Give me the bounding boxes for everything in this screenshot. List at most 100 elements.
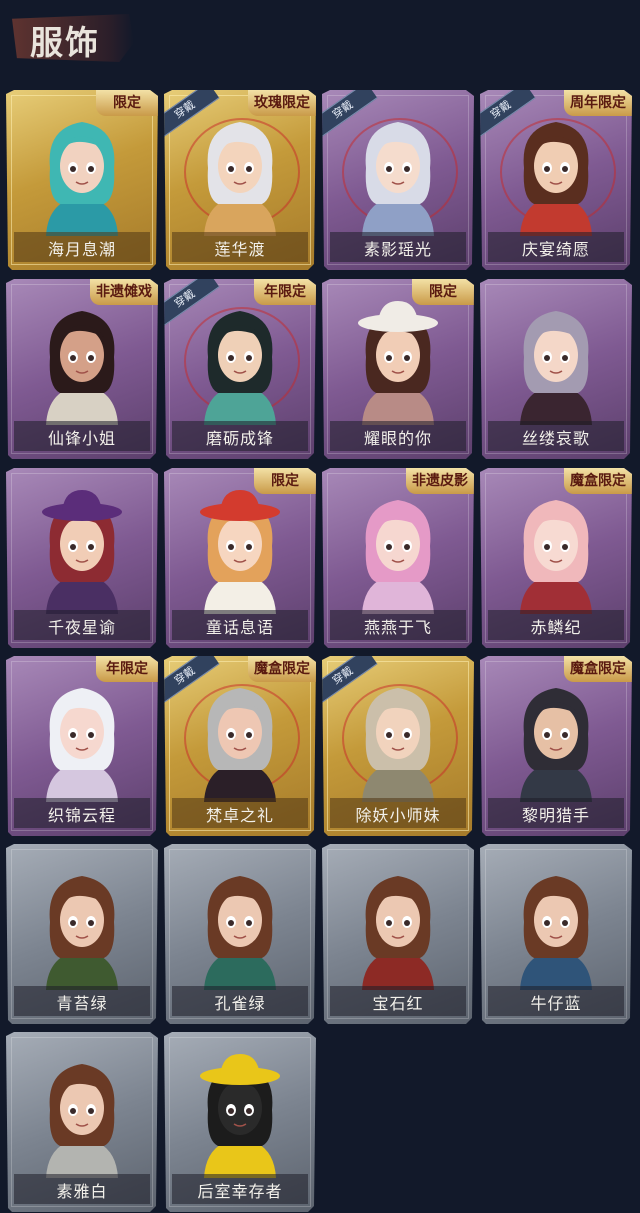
face-shape xyxy=(534,517,578,571)
right-pupil xyxy=(246,732,252,738)
costume-card[interactable]: 限定 童话息语 xyxy=(164,468,316,648)
limited-badge: 周年限定 xyxy=(564,90,632,116)
left-pupil xyxy=(228,166,234,172)
face-shape xyxy=(376,893,420,947)
character-portrait xyxy=(42,490,122,614)
costume-name: 黎明猎手 xyxy=(521,806,590,825)
limited-badge: 年限定 xyxy=(96,656,158,682)
face-shape xyxy=(534,139,578,193)
costume-name: 梵卓之礼 xyxy=(205,806,274,825)
costume-card[interactable]: 穿戴 除妖小师妹 xyxy=(322,656,474,836)
costume-name: 磨砺成锋 xyxy=(205,429,274,448)
face-shape xyxy=(218,1081,262,1135)
left-pupil xyxy=(386,920,392,926)
left-pupil xyxy=(228,732,234,738)
character-portrait xyxy=(204,876,276,990)
right-pupil xyxy=(562,166,568,172)
character-portrait xyxy=(520,876,592,990)
right-pupil xyxy=(404,355,410,361)
costume-card[interactable]: 魔盒限定 穿戴 梵卓之礼 xyxy=(164,656,316,836)
costume-card[interactable]: 丝缕哀歌 xyxy=(480,279,632,459)
right-pupil xyxy=(88,1108,94,1114)
character-portrait xyxy=(46,876,118,990)
left-pupil xyxy=(228,920,234,926)
costume-name: 千夜星谕 xyxy=(47,618,116,637)
character-portrait xyxy=(520,311,592,425)
hat-crown xyxy=(62,490,102,512)
costume-card[interactable]: 限定 海月息潮 xyxy=(6,90,158,270)
costume-name: 丝缕哀歌 xyxy=(521,429,590,448)
costume-card[interactable]: 年限定 穿戴 磨砺成锋 xyxy=(164,279,316,459)
face-shape xyxy=(376,705,420,759)
left-pupil xyxy=(544,544,550,550)
face-shape xyxy=(534,328,578,382)
left-pupil xyxy=(70,355,76,361)
right-pupil xyxy=(562,732,568,738)
costume-name: 宝石红 xyxy=(372,994,424,1013)
left-pupil xyxy=(386,544,392,550)
costume-name: 燕燕于飞 xyxy=(363,618,432,637)
character-portrait xyxy=(46,688,118,802)
costume-card[interactable]: 千夜星谕 xyxy=(6,468,158,648)
costume-card[interactable]: 素雅白 xyxy=(6,1032,158,1212)
left-pupil xyxy=(544,920,550,926)
left-pupil xyxy=(386,355,392,361)
character-portrait xyxy=(358,301,438,425)
right-pupil xyxy=(562,544,568,550)
left-pupil xyxy=(544,732,550,738)
limited-badge: 限定 xyxy=(412,279,474,305)
costume-name: 除妖小师妹 xyxy=(355,806,441,825)
character-portrait xyxy=(520,122,592,236)
character-portrait xyxy=(200,490,280,614)
limited-badge: 年限定 xyxy=(254,279,316,305)
costume-name: 素影瑶光 xyxy=(363,240,432,259)
costume-card[interactable]: 魔盒限定黎明猎手 xyxy=(480,656,632,836)
costume-card[interactable]: 后室幸存者 xyxy=(164,1032,316,1212)
left-pupil xyxy=(70,1108,76,1114)
character-portrait xyxy=(204,311,276,425)
hat-crown xyxy=(220,490,260,512)
character-portrait xyxy=(204,122,276,236)
costume-card[interactable]: 限定耀眼的你 xyxy=(322,279,474,459)
costume-card[interactable]: 玫瑰限定 穿戴 莲华渡 xyxy=(164,90,316,270)
left-pupil xyxy=(70,732,76,738)
costume-name: 仙锋小姐 xyxy=(47,429,116,448)
left-pupil xyxy=(228,544,234,550)
right-pupil xyxy=(88,544,94,550)
right-pupil xyxy=(88,166,94,172)
face-shape xyxy=(376,517,420,571)
costume-card[interactable]: 孔雀绿 xyxy=(164,844,316,1024)
right-pupil xyxy=(246,355,252,361)
costume-name: 织锦云程 xyxy=(47,806,116,825)
limited-badge: 玫瑰限定 xyxy=(248,90,316,116)
limited-badge: 魔盒限定 xyxy=(564,656,632,682)
left-pupil xyxy=(228,355,234,361)
right-pupil xyxy=(246,1108,252,1114)
character-portrait xyxy=(204,688,276,802)
character-portrait xyxy=(362,122,434,236)
left-pupil xyxy=(70,166,76,172)
costume-card[interactable]: 非遗皮影 燕燕于飞 xyxy=(322,468,474,648)
limited-badge: 非遗傩戏 xyxy=(90,279,158,305)
costume-card[interactable]: 年限定织锦云程 xyxy=(6,656,158,836)
face-shape xyxy=(218,705,262,759)
character-portrait xyxy=(520,688,592,802)
costume-card[interactable]: 穿戴 素影瑶光 xyxy=(322,90,474,270)
right-pupil xyxy=(404,732,410,738)
costume-card[interactable]: 宝石红 xyxy=(322,844,474,1024)
left-pupil xyxy=(228,1108,234,1114)
right-pupil xyxy=(88,355,94,361)
costume-card[interactable]: 魔盒限定 赤鳞纪 xyxy=(480,468,632,648)
right-pupil xyxy=(246,920,252,926)
right-pupil xyxy=(404,544,410,550)
face-shape xyxy=(60,328,104,382)
costume-name: 庆宴绮愿 xyxy=(521,240,590,259)
costume-card[interactable]: 非遗傩戏仙锋小姐 xyxy=(6,279,158,459)
costume-name: 莲华渡 xyxy=(214,240,266,259)
right-pupil xyxy=(246,544,252,550)
costume-card[interactable]: 青苔绿 xyxy=(6,844,158,1024)
left-pupil xyxy=(70,544,76,550)
costume-name: 耀眼的你 xyxy=(363,429,432,448)
costume-card[interactable]: 牛仔蓝 xyxy=(480,844,632,1024)
costume-card[interactable]: 周年限定 穿戴 庆宴绮愿 xyxy=(480,90,632,270)
